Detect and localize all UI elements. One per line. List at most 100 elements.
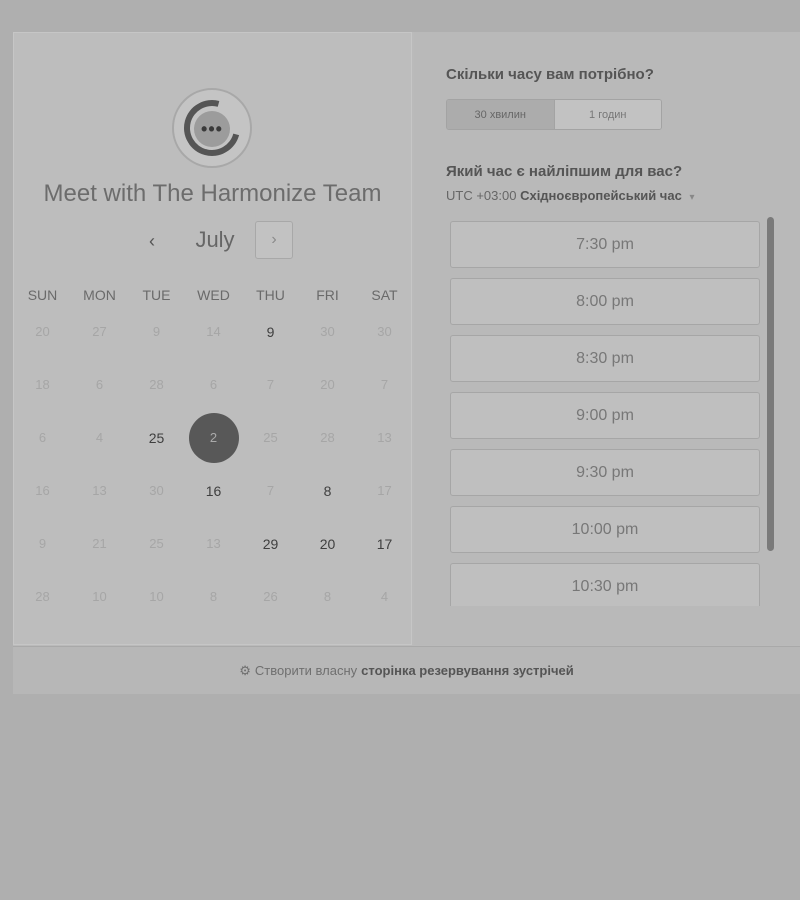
calendar-day: 20 bbox=[14, 305, 71, 358]
calendar-day-number: 8 bbox=[323, 482, 332, 499]
chevron-down-icon: ▾ bbox=[689, 192, 695, 203]
calendar-day: 28 bbox=[14, 570, 71, 623]
duration-1-hour-button[interactable]: 1 годин bbox=[553, 100, 661, 129]
footer-link[interactable]: сторінка резервування зустрічей bbox=[361, 663, 574, 678]
calendar-day-number: 13 bbox=[206, 536, 221, 551]
calendar-grid: 20 27 9 14 9 30 30 18 6 28 6 7 20 7 6 4 25 2 25 28 13 16 13 30 1… bbox=[14, 305, 412, 623]
calendar-day-number: 4 bbox=[95, 430, 104, 445]
calendar-day[interactable]: 16 bbox=[185, 464, 242, 517]
time-slot[interactable]: 10:30 pm bbox=[450, 563, 760, 606]
timezone-name: Східноєвропейський час bbox=[520, 188, 682, 203]
calendar-day-number: 20 bbox=[320, 377, 335, 392]
calendar-day: 20 bbox=[299, 358, 356, 411]
duration-question: Скільки часу вам потрібно? bbox=[446, 66, 654, 83]
time-slot[interactable]: 8:30 pm bbox=[450, 335, 760, 382]
calendar-day: 13 bbox=[71, 464, 128, 517]
weekday-label: MON bbox=[83, 287, 116, 303]
team-title: Meet with The Harmonize Team bbox=[43, 180, 382, 207]
calendar-day: 9 bbox=[14, 517, 71, 570]
calendar-day: 13 bbox=[356, 411, 413, 464]
calendar-day-number: 6 bbox=[209, 377, 218, 392]
calendar-day: 28 bbox=[299, 411, 356, 464]
calendar-day: 6 bbox=[71, 358, 128, 411]
weekday-label: WED bbox=[197, 287, 230, 303]
calendar-day: 10 bbox=[71, 570, 128, 623]
calendar-day-number: 14 bbox=[206, 324, 221, 339]
calendar-day-selected[interactable]: 2 bbox=[185, 411, 242, 464]
calendar-day-number: 4 bbox=[380, 589, 389, 604]
calendar-day[interactable]: 17 bbox=[356, 517, 413, 570]
calendar-day[interactable]: 9 bbox=[242, 305, 299, 358]
calendar-day: 13 bbox=[185, 517, 242, 570]
calendar-day-number: 8 bbox=[209, 589, 218, 604]
calendar-day-number: 17 bbox=[376, 535, 393, 552]
time-slot[interactable]: 8:00 pm bbox=[450, 278, 760, 325]
calendar-day-number: 30 bbox=[320, 324, 335, 339]
month-navigation: ‹ July › bbox=[140, 221, 300, 261]
calendar-day: 28 bbox=[128, 358, 185, 411]
timezone-selector[interactable]: UTC +03:00 Східноєвропейський час ▾ bbox=[446, 188, 694, 203]
weekday-header: SUN MON TUE WED THU FRI SAT bbox=[14, 287, 412, 303]
calendar-day: 7 bbox=[356, 358, 413, 411]
calendar-day-number: 8 bbox=[323, 589, 332, 604]
weekday-label: SAT bbox=[371, 287, 398, 303]
calendar-day: 8 bbox=[185, 570, 242, 623]
calendar-day-number: 2 bbox=[188, 412, 239, 463]
calendar-day-number: 25 bbox=[149, 536, 164, 551]
chat-bubble-icon: ••• bbox=[194, 111, 230, 147]
calendar-day: 9 bbox=[128, 305, 185, 358]
calendar-day-number: 13 bbox=[92, 483, 107, 498]
calendar-day[interactable]: 25 bbox=[128, 411, 185, 464]
slot-scrollbar[interactable] bbox=[767, 217, 774, 551]
calendar-day-number: 7 bbox=[266, 483, 275, 498]
calendar-day[interactable]: 8 bbox=[299, 464, 356, 517]
weekday-label: THU bbox=[256, 287, 285, 303]
calendar-day: 30 bbox=[128, 464, 185, 517]
calendar-day-number: 6 bbox=[95, 377, 104, 392]
calendar-day-number: 16 bbox=[205, 482, 222, 499]
time-slot-list: 7:30 pm 8:00 pm 8:30 pm 9:00 pm 9:30 pm … bbox=[450, 221, 760, 606]
calendar-day-number: 9 bbox=[266, 323, 275, 340]
time-slot[interactable]: 9:30 pm bbox=[450, 449, 760, 496]
time-slot[interactable]: 10:00 pm bbox=[450, 506, 760, 553]
calendar-day[interactable]: 29 bbox=[242, 517, 299, 570]
duration-30-min-button[interactable]: 30 хвилин bbox=[447, 100, 554, 129]
calendar-day: 27 bbox=[71, 305, 128, 358]
calendar-day-number: 7 bbox=[266, 377, 275, 392]
calendar-day-number: 26 bbox=[263, 589, 278, 604]
time-slot[interactable]: 9:00 pm bbox=[450, 392, 760, 439]
weekday-label: TUE bbox=[142, 287, 171, 303]
calendar-day-number: 28 bbox=[35, 589, 50, 604]
chevron-right-icon[interactable]: › bbox=[255, 221, 293, 259]
calendar-day-number: 25 bbox=[263, 430, 278, 445]
calendar-day: 8 bbox=[299, 570, 356, 623]
calendar-day[interactable]: 20 bbox=[299, 517, 356, 570]
calendar-day: 4 bbox=[71, 411, 128, 464]
calendar-day-number: 20 bbox=[35, 324, 50, 339]
calendar-day: 30 bbox=[356, 305, 413, 358]
calendar-day-number: 10 bbox=[92, 589, 107, 604]
calendar-day-number: 27 bbox=[92, 324, 107, 339]
calendar-day: 25 bbox=[128, 517, 185, 570]
calendar-day-number: 13 bbox=[377, 430, 392, 445]
footer-prefix: Створити власну bbox=[254, 663, 358, 678]
calendar-day-number: 28 bbox=[149, 377, 164, 392]
calendar-day: 14 bbox=[185, 305, 242, 358]
calendar-day-number: 10 bbox=[149, 589, 164, 604]
time-slot[interactable]: 7:30 pm bbox=[450, 221, 760, 268]
calendar-day: 21 bbox=[71, 517, 128, 570]
calendar-day: 25 bbox=[242, 411, 299, 464]
calendar-day-number: 17 bbox=[377, 483, 392, 498]
calendar-day-number: 7 bbox=[380, 377, 389, 392]
chevron-left-icon[interactable]: ‹ bbox=[140, 229, 164, 253]
time-question: Який час є найліпшим для вас? bbox=[446, 163, 683, 180]
weekday-label: FRI bbox=[316, 287, 339, 303]
weekday-label: SUN bbox=[27, 287, 58, 303]
calendar-day: 7 bbox=[242, 464, 299, 517]
calendar-day-number: 28 bbox=[320, 430, 335, 445]
calendar-day: 6 bbox=[14, 411, 71, 464]
calendar-day-number: 30 bbox=[149, 483, 164, 498]
calendar-day: 6 bbox=[185, 358, 242, 411]
calendar-day: 18 bbox=[14, 358, 71, 411]
timezone-offset: UTC +03:00 bbox=[446, 188, 517, 203]
